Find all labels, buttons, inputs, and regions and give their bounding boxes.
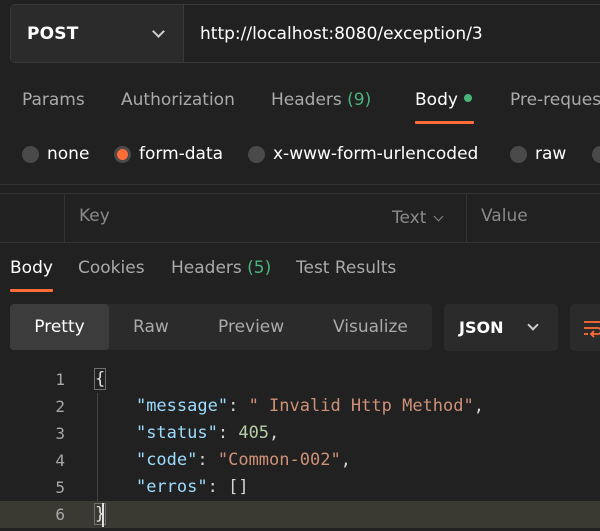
chevron-down-icon: [152, 25, 165, 38]
tab-body[interactable]: Body: [415, 90, 472, 110]
type-select[interactable]: Text: [392, 208, 444, 228]
radio-raw-label: raw: [535, 144, 567, 164]
json-key: "status": [135, 423, 218, 443]
response-headers-count: (5): [247, 258, 272, 278]
column-divider: [64, 194, 65, 242]
response-tab-body[interactable]: Body: [10, 258, 53, 278]
radio-urlencoded[interactable]: x-www-form-urlencoded: [248, 142, 478, 166]
view-mode-group: Pretty Raw Preview Visualize: [10, 304, 432, 350]
radio-urlencoded-label: x-www-form-urlencoded: [273, 144, 479, 164]
chevron-down-icon: [527, 319, 539, 331]
radio-form-data[interactable]: form-data: [114, 142, 223, 166]
json-key: "message": [135, 396, 229, 416]
method-label: POST: [27, 23, 79, 44]
radio-none[interactable]: none: [22, 142, 89, 166]
line-number: 3: [55, 424, 65, 443]
code-line: 1 {: [0, 366, 600, 393]
radio-raw[interactable]: raw: [510, 142, 566, 166]
active-response-tab-indicator: [10, 289, 53, 292]
column-divider: [466, 194, 467, 242]
line-number: 6: [55, 505, 65, 524]
kv-table-header: Key Text Value: [0, 193, 600, 243]
open-brace: {: [93, 368, 107, 390]
value-input[interactable]: Value: [481, 206, 528, 226]
radio-circle: [592, 145, 600, 163]
line-number: 5: [55, 478, 65, 497]
view-raw-button[interactable]: Raw: [133, 304, 169, 350]
code-line: 2 "message": " Invalid Http Method",: [0, 393, 600, 420]
key-input[interactable]: Key: [79, 206, 110, 226]
code-line: 5 "erros": []: [0, 474, 600, 501]
radio-circle: [22, 145, 39, 163]
request-url-bar: POST http://localhost:8080/exception/3: [10, 4, 600, 63]
divider: [0, 184, 600, 185]
response-tab-headers[interactable]: Headers (5): [171, 258, 271, 278]
format-select-label: JSON: [459, 318, 504, 337]
code-line-current: 6 }: [0, 501, 600, 528]
wrap-lines-icon: [584, 321, 600, 338]
response-tab-test-results[interactable]: Test Results: [296, 258, 396, 278]
tab-headers[interactable]: Headers (9): [271, 90, 371, 110]
json-key: "erros": [135, 477, 208, 497]
code-line: 4 "code": "Common-002",: [0, 447, 600, 474]
code-text: "code": "Common-002",: [135, 450, 351, 470]
tab-params[interactable]: Params: [22, 90, 85, 110]
code-line: 3 "status": 405,: [0, 420, 600, 447]
green-dot-icon: [463, 94, 472, 102]
radio-form-data-label: form-data: [139, 144, 224, 164]
radio-binary[interactable]: [592, 142, 600, 166]
line-number: 2: [55, 397, 65, 416]
radio-circle: [510, 145, 527, 163]
radio-circle-selected: [114, 145, 131, 163]
json-string: "Common-002": [217, 450, 341, 470]
view-preview-button[interactable]: Preview: [218, 304, 284, 350]
url-input[interactable]: http://localhost:8080/exception/3: [184, 5, 600, 62]
radio-circle: [248, 145, 265, 163]
response-tab-headers-label: Headers: [171, 258, 242, 278]
tab-pre-request[interactable]: Pre-reques: [510, 90, 600, 110]
json-array: []: [228, 477, 249, 497]
radio-none-label: none: [47, 144, 90, 164]
response-tab-cookies[interactable]: Cookies: [78, 258, 145, 278]
code-text: "erros": []: [135, 477, 249, 497]
wrap-lines-button[interactable]: [570, 304, 600, 351]
headers-count: (9): [347, 90, 372, 110]
view-pretty-button[interactable]: Pretty: [10, 304, 109, 350]
chevron-down-icon: [433, 211, 444, 222]
method-select[interactable]: POST: [11, 5, 184, 62]
active-tab-indicator: [415, 121, 474, 124]
code-text: "message": " Invalid Http Method",: [135, 396, 484, 416]
json-string: " Invalid Http Method": [248, 396, 474, 416]
tab-headers-label: Headers: [271, 90, 342, 110]
tab-authorization[interactable]: Authorization: [121, 90, 235, 110]
view-visualize-button[interactable]: Visualize: [333, 304, 408, 350]
json-key: "code": [135, 450, 198, 470]
text-cursor: [102, 503, 104, 527]
type-select-label: Text: [392, 208, 427, 228]
line-number: 4: [55, 451, 65, 470]
json-number: 405: [238, 423, 270, 443]
code-text: {: [93, 366, 107, 393]
code-text: "status": 405,: [135, 423, 280, 443]
format-select[interactable]: JSON: [444, 304, 558, 351]
line-number: 1: [55, 370, 65, 389]
tab-body-label: Body: [415, 90, 458, 110]
